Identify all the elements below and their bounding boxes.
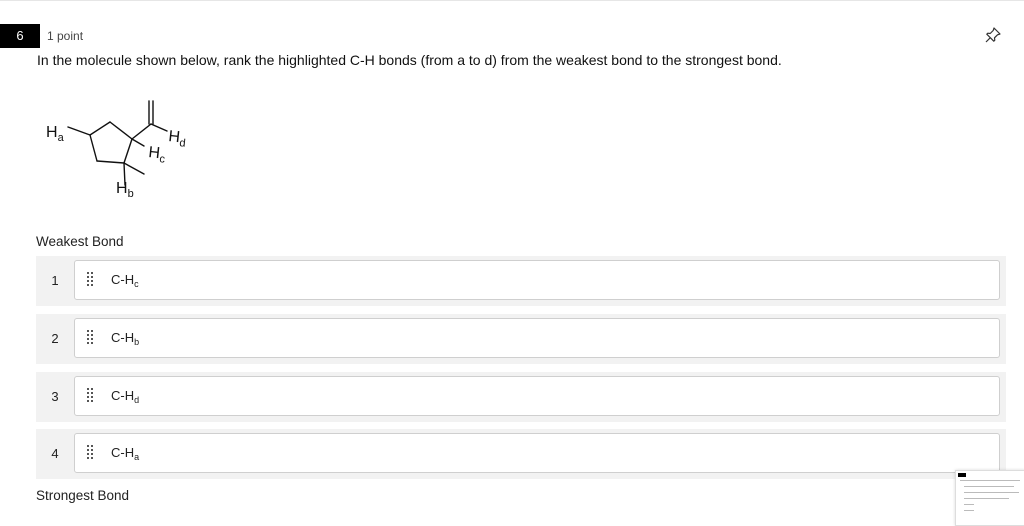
rank-row: 4 C-Ha [36, 429, 1006, 479]
bond-label: C-Hb [111, 330, 140, 347]
rank-number: 3 [51, 389, 59, 404]
thumbnail-marker [958, 473, 966, 477]
pin-icon[interactable] [984, 26, 1002, 44]
bond-label: C-Hd [111, 388, 140, 405]
h-d-label: Hd [167, 128, 187, 150]
rank-number: 1 [51, 273, 59, 288]
top-divider [0, 0, 1024, 1]
rank-item-c-hd[interactable]: C-Hd [74, 376, 1000, 416]
rank-row: 3 C-Hd [36, 372, 1006, 422]
rank-number: 2 [51, 331, 59, 346]
question-number: 6 [0, 24, 40, 48]
question-points: 1 point [47, 29, 84, 43]
page-thumbnail[interactable] [955, 470, 1024, 526]
weakest-bond-label: Weakest Bond [36, 234, 124, 249]
rank-number: 4 [51, 446, 59, 461]
thumbnail-line [964, 510, 974, 511]
thumbnail-line [964, 504, 974, 505]
drag-handle-icon[interactable] [87, 445, 95, 461]
thumbnail-line [964, 498, 1009, 499]
rank-row: 2 C-Hb [36, 314, 1006, 364]
drag-handle-icon[interactable] [87, 272, 95, 288]
drag-handle-icon[interactable] [87, 388, 95, 404]
rank-item-c-ha[interactable]: C-Ha [74, 433, 1000, 473]
molecule-structure: Ha Hb Hc Hd [40, 95, 210, 210]
thumbnail-line [960, 480, 1020, 481]
thumbnail-line [964, 486, 1014, 487]
thumbnail-line [964, 492, 1019, 493]
strongest-bond-label: Strongest Bond [36, 488, 130, 503]
rank-item-c-hc[interactable]: C-Hc [74, 260, 1000, 300]
h-b-label: Hb [116, 180, 134, 200]
rank-item-c-hb[interactable]: C-Hb [74, 318, 1000, 358]
h-a-label: Ha [46, 124, 65, 144]
rank-row: 1 C-Hc [36, 256, 1006, 306]
question-text: In the molecule shown below, rank the hi… [37, 52, 782, 68]
bond-label: C-Ha [111, 445, 140, 462]
bond-label: C-Hc [111, 272, 139, 289]
h-c-label: Hc [147, 144, 167, 166]
drag-handle-icon[interactable] [87, 330, 95, 346]
